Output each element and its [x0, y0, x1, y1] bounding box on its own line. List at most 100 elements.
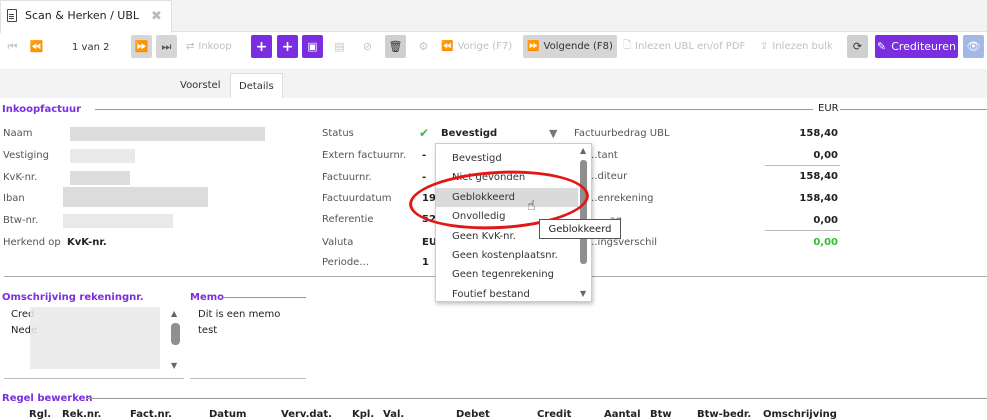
- crediteuren-label: Crediteuren: [891, 40, 957, 53]
- tooltip: Geblokkeerd: [539, 219, 621, 239]
- redacted-omschrijving: [30, 307, 160, 369]
- omschrijving-scrollbar[interactable]: [171, 323, 180, 345]
- volgende-label: Volgende (F8): [543, 41, 613, 52]
- herkend-op-value: KvK-nr.: [67, 237, 107, 248]
- pager-label: 1 van 2: [72, 42, 110, 53]
- cancel-icon[interactable]: ⊘: [357, 35, 378, 58]
- add-multiple-button[interactable]: +: [277, 35, 298, 58]
- scroll-down-icon[interactable]: ▼: [580, 289, 586, 298]
- divider: [840, 109, 987, 110]
- previous-icon: ⏪: [441, 41, 454, 52]
- col-val: Val.: [383, 409, 405, 420]
- previous-record-icon[interactable]: ⏪: [26, 35, 47, 58]
- scroll-down-icon[interactable]: ▼: [171, 361, 177, 370]
- option-niet-gevonden[interactable]: Niet gevonden: [436, 168, 578, 187]
- delete-button[interactable]: 🗑: [385, 35, 406, 58]
- amount-verschil: 0,00: [813, 237, 838, 248]
- memo-line-2[interactable]: test: [198, 325, 217, 336]
- next-icon: ⏩: [527, 41, 540, 52]
- option-geblokkeerd[interactable]: Geblokkeerd: [436, 188, 578, 207]
- trash-icon: 🗑: [388, 40, 403, 53]
- currency-label: EUR: [818, 103, 839, 114]
- label-naam: Naam: [3, 128, 33, 139]
- memo-title: Memo: [190, 292, 225, 303]
- chevron-down-icon[interactable]: ▼: [549, 127, 557, 140]
- crediteuren-button[interactable]: ✎ Crediteuren: [875, 35, 958, 58]
- toolbar: ⏮ ⏪ 1 van 2 ⏩ ⏭ ⇄ Inkoop + + ▣ ▤ ⊘ 🗑 ⚙ ⏪ V…: [0, 33, 987, 60]
- hand-cursor-icon: ☝: [527, 198, 536, 214]
- inlezen-bulk-button[interactable]: ⇪ Inlezen bulk: [760, 35, 833, 58]
- save-button[interactable]: ▣: [302, 35, 323, 58]
- upload-icon: ⇪: [760, 41, 769, 52]
- referentie-value: 52: [422, 214, 436, 225]
- redacted-vestiging: [70, 149, 135, 163]
- next-record-button[interactable]: ⏩: [131, 35, 152, 58]
- divider: [4, 378, 184, 379]
- col-kpl: Kpl.: [352, 409, 375, 420]
- dropdown-scrollbar[interactable]: [580, 160, 587, 264]
- inkoop-button[interactable]: ⇄ Inkoop: [186, 35, 232, 58]
- amount-factuurbedrag: 158,40: [799, 128, 838, 139]
- option-bevestigd[interactable]: Bevestigd: [436, 149, 578, 168]
- refresh-button[interactable]: ⟳: [847, 35, 868, 58]
- memo-line-1[interactable]: Dit is een memo: [198, 309, 280, 320]
- redacted-kvk: [70, 171, 130, 185]
- option-geen-tegenrekening[interactable]: Geen tegenrekening: [436, 265, 578, 284]
- periode-value: 1: [422, 257, 429, 268]
- scroll-up-icon[interactable]: ▲: [171, 309, 177, 318]
- label-referentie: Referentie: [322, 214, 374, 225]
- option-foutief-bestand[interactable]: Foutief bestand: [436, 285, 578, 301]
- tab-details[interactable]: Details: [230, 73, 283, 98]
- col-rgl: Rgl.: [29, 409, 52, 420]
- option-geen-kostenplaats[interactable]: Geen kostenplaatsnr.: [436, 246, 578, 265]
- label-status: Status: [322, 128, 354, 139]
- label-right-4: ...enrekening: [588, 193, 654, 204]
- col-btw-bedr: Btw-bedr.: [697, 409, 752, 420]
- divider: [190, 378, 306, 379]
- col-factnr: Fact.nr.: [130, 409, 172, 420]
- add-button[interactable]: +: [251, 35, 272, 58]
- plus-icon: +: [255, 38, 268, 55]
- col-reknr: Rek.nr.: [62, 409, 102, 420]
- divider: [86, 398, 987, 399]
- divider: [765, 230, 840, 231]
- tab-scan-herken[interactable]: Scan & Herken / UBL ✖: [0, 0, 172, 33]
- label-vestiging: Vestiging: [3, 150, 49, 161]
- inlezen-ubl-button[interactable]: 🗋 Inlezen UBL en/of PDF: [623, 35, 745, 58]
- save-disabled-icon[interactable]: ▤: [329, 35, 350, 58]
- label-right-3: ...diteur: [588, 171, 628, 182]
- col-debet: Debet: [456, 409, 490, 420]
- extern-value: -: [422, 150, 427, 161]
- gear-icon[interactable]: ⚙: [413, 35, 434, 58]
- shuffle-icon: ⇄: [186, 41, 195, 52]
- volgende-button[interactable]: ⏩ Volgende (F8): [523, 35, 617, 58]
- inlezen-bulk-label: Inlezen bulk: [772, 41, 833, 52]
- label-iban: Iban: [3, 193, 25, 204]
- plus-star-icon: +: [281, 38, 294, 55]
- status-select[interactable]: Bevestigd: [441, 128, 497, 139]
- refresh-icon: ⟳: [852, 40, 863, 53]
- factuurnr-value: -: [422, 172, 427, 183]
- close-tab-icon[interactable]: ✖: [151, 9, 162, 24]
- view-document-button[interactable]: 👁: [963, 35, 984, 58]
- label-kvk: KvK-nr.: [3, 172, 38, 183]
- label-factuurdatum: Factuurdatum: [322, 193, 392, 204]
- tab-title: Scan & Herken / UBL: [25, 9, 140, 22]
- col-datum: Datum: [209, 409, 247, 420]
- vorige-button[interactable]: ⏪ Vorige (F7): [441, 35, 512, 58]
- label-factuurnr: Factuurnr.: [322, 172, 372, 183]
- inkoopfactuur-title: Inkoopfactuur: [2, 104, 82, 115]
- omschrijving-title: Omschrijving rekeningnr.: [2, 292, 144, 303]
- redacted-iban: [63, 187, 208, 207]
- redacted-btw: [63, 214, 173, 228]
- scroll-up-icon[interactable]: ▲: [580, 146, 586, 155]
- first-record-icon[interactable]: ⏮: [2, 35, 23, 58]
- document-icon: [7, 9, 17, 22]
- tab-voorstel[interactable]: Voorstel: [172, 73, 228, 98]
- divider: [224, 297, 306, 298]
- label-extern-factuurnr: Extern factuurnr.: [322, 150, 407, 161]
- pencil-icon: ✎: [876, 40, 887, 53]
- last-record-button[interactable]: ⏭: [156, 35, 177, 58]
- divider: [95, 109, 813, 110]
- label-right-2: ...tant: [588, 150, 618, 161]
